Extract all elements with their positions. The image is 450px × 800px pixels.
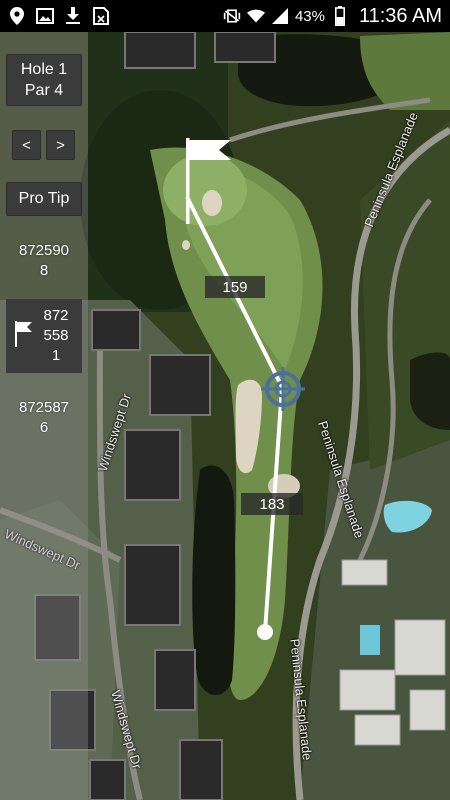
hole-button[interactable]: Hole 1 Par 4 [6,54,82,106]
distance-back-readout: 872590 8 [4,241,84,281]
par-label: Par 4 [24,82,64,99]
download-icon [64,7,82,25]
distance-front-readout: 872587 6 [4,398,84,438]
next-hole-button[interactable]: > [46,130,75,160]
distance-front-line2: 6 [39,419,49,436]
distance-to-pin-label: 159 [205,276,265,298]
wifi-icon [246,7,265,25]
location-icon [8,7,26,25]
distance-front-line1: 872587 [18,399,70,416]
status-bar: 43% 11:36 AM [0,0,450,32]
battery-icon [331,6,349,26]
flag-line3: 1 [51,347,61,364]
distance-back-line2: 8 [39,262,49,279]
flag-line1: 872 [43,307,69,324]
clock: 11:36 AM [358,4,442,27]
pro-tip-button[interactable]: Pro Tip [6,182,82,216]
pin-flag-icon[interactable] [181,138,235,230]
target-crosshair-icon[interactable] [261,367,305,411]
image-icon [36,7,54,25]
distance-back-line1: 872590 [18,242,70,259]
side-panel: Hole 1 Par 4 < > Pro Tip 872590 8 872 55… [0,32,88,800]
hole-label: Hole 1 [20,61,68,78]
flag-line2: 558 [43,327,69,344]
tee-marker [257,624,273,640]
vibrate-icon [223,7,241,25]
battery-percent: 43% [294,7,325,25]
flag-icon [14,320,36,352]
flag-distance-box[interactable]: 872 558 1 [6,299,82,373]
prev-hole-button[interactable]: < [12,130,41,160]
signal-icon [271,7,289,25]
distance-from-tee-label: 183 [241,493,303,515]
sim-icon [92,7,110,25]
flag-distance-value: 872 558 1 [36,306,76,366]
